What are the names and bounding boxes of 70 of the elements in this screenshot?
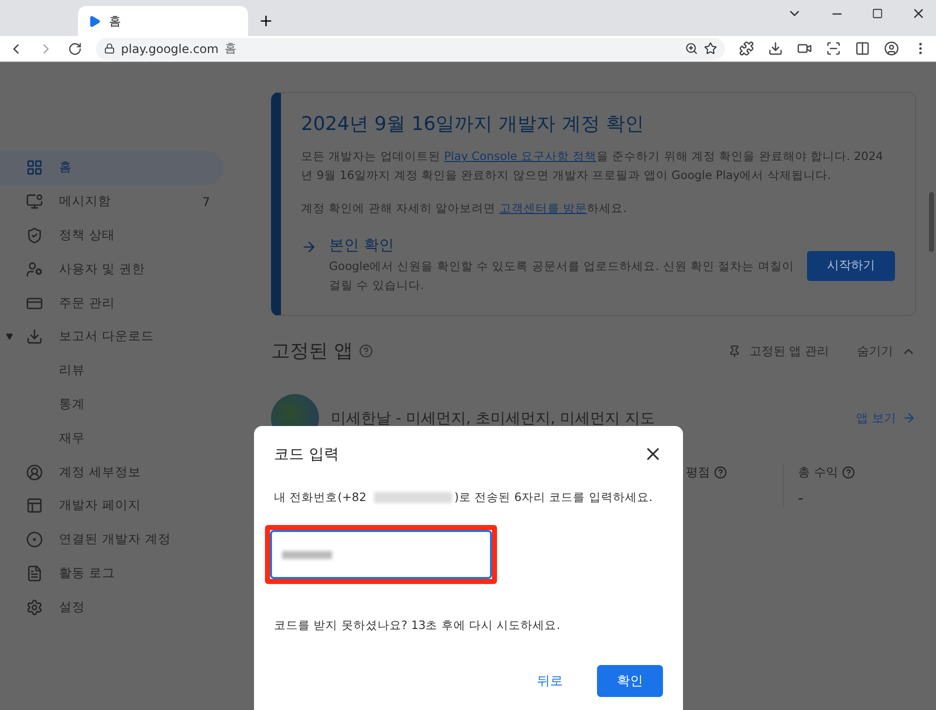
sidebar-item[interactable]: 설정 [0, 590, 224, 624]
sidebar-item[interactable]: 개발자 페이지 [0, 488, 224, 523]
scrollbar-thumb[interactable] [929, 192, 934, 252]
message-text: )로 전송된 6자리 코드를 입력하세요. [454, 490, 653, 505]
message-text: 내 전화번호(+82 [274, 490, 366, 505]
manage-pinned-button[interactable]: 고정된 앱 관리 [728, 342, 829, 360]
arrow-right-icon [902, 411, 916, 425]
side-panel-icon[interactable] [855, 41, 870, 56]
stat-label: 총 수익 [798, 464, 881, 481]
shield-check-icon [26, 226, 43, 244]
sidebar-item[interactable]: 계정 세부정보 [0, 455, 224, 489]
sidebar-item[interactable]: 연결된 개발자 계정 [0, 522, 224, 557]
help-icon[interactable] [714, 466, 727, 479]
address-field[interactable]: play.google.com 홈 [96, 38, 725, 60]
view-app-link[interactable]: 앱 보기 [856, 410, 916, 426]
sidebar-item[interactable]: 홈 [0, 151, 224, 185]
download-icon[interactable] [768, 41, 783, 56]
profile-icon[interactable] [884, 41, 899, 56]
hide-button[interactable]: 숨기기 [857, 342, 916, 360]
sidebar-subitem[interactable]: 재무 [0, 421, 224, 456]
confirm-button[interactable]: 확인 [597, 665, 663, 697]
sidebar-subitem[interactable]: 통계 [0, 388, 224, 422]
puzzle-icon[interactable] [739, 41, 754, 56]
close-icon[interactable] [911, 6, 926, 21]
new-tab-icon[interactable] [258, 13, 274, 29]
back-button[interactable]: 뒤로 [527, 665, 573, 697]
grid-icon [26, 159, 43, 176]
scan-icon[interactable] [826, 41, 841, 56]
section-title: 고정된 앱 [271, 339, 354, 364]
unread-count: 7 [202, 194, 210, 209]
sidebar-item[interactable]: 보고서 다운로드 [0, 320, 224, 354]
arrow-right-icon [301, 239, 317, 255]
redacted-code [282, 550, 332, 558]
pin-icon [728, 344, 742, 358]
lock-icon [104, 43, 115, 54]
banner-text: 모든 개발자는 업데이트된 Play Console 요구사항 정책 을 준수하기 위해 계정 확인을 완료해야 합니다. 2024년 9월 16일까지 계정 확인을 완료하지 않으면 개발자 프로필과 앱이 Google Play에서 삭제됩니다. [301, 148, 884, 184]
stat-label: 평점 [686, 464, 783, 481]
star-icon[interactable] [704, 42, 717, 55]
sidebar-item[interactable]: 활동 로그 [0, 556, 224, 590]
maximize-icon[interactable] [872, 8, 883, 19]
sidebar-item[interactable]: 주문 관리 [0, 286, 224, 320]
resend-text: 코드를 받지 못하셨나요? 13초 후에 다시 시도하세요. [274, 618, 562, 633]
play-icon [88, 14, 101, 28]
panel-icon [26, 497, 43, 514]
download-icon [26, 328, 43, 346]
banner-title: 2024년 9월 16일까지 개발자 계정 확인 [301, 112, 645, 137]
sidebar-item[interactable]: 메시지함 7 [0, 184, 224, 219]
sidebar-item[interactable]: 정책 상태 [0, 218, 224, 252]
zoom-icon[interactable] [685, 42, 698, 55]
help-icon[interactable] [842, 466, 855, 479]
document-icon [26, 564, 43, 582]
policy-link[interactable]: Play Console 요구사항 정책 [444, 149, 597, 163]
monitor-icon [26, 193, 43, 210]
browser-tab[interactable]: 홈 [78, 6, 248, 36]
video-icon[interactable] [797, 41, 812, 56]
stat-value: - [798, 489, 804, 507]
help-text: 계정 확인에 관해 자세히 알아보려면 고객센터를 방문하세요. [301, 200, 628, 217]
sidebar-subitem[interactable]: 리뷰 [0, 354, 224, 388]
step-title: 본인 확인 [329, 236, 395, 255]
circle-dots-icon [26, 531, 43, 548]
dialog-title: 코드 입력 [274, 444, 339, 464]
help-link[interactable]: 고객센터를 방문 [499, 201, 587, 215]
sidebar-item[interactable]: 사용자 및 권한 [0, 252, 224, 286]
app-name: 미세한날 - 미세먼지, 초미세먼지, 미세먼지 지도 [331, 408, 656, 428]
caret-icon[interactable] [6, 333, 13, 340]
start-button[interactable]: 시작하기 [807, 250, 895, 280]
reload-icon[interactable] [68, 42, 82, 56]
user-circle-icon [26, 464, 43, 481]
settings-icon [26, 598, 43, 616]
step-text: Google에서 신원을 확인할 수 있도록 공문서를 업로드하세요. 신원 확인 절차는 며칠이 걸릴 수 있습니다. [329, 258, 795, 294]
